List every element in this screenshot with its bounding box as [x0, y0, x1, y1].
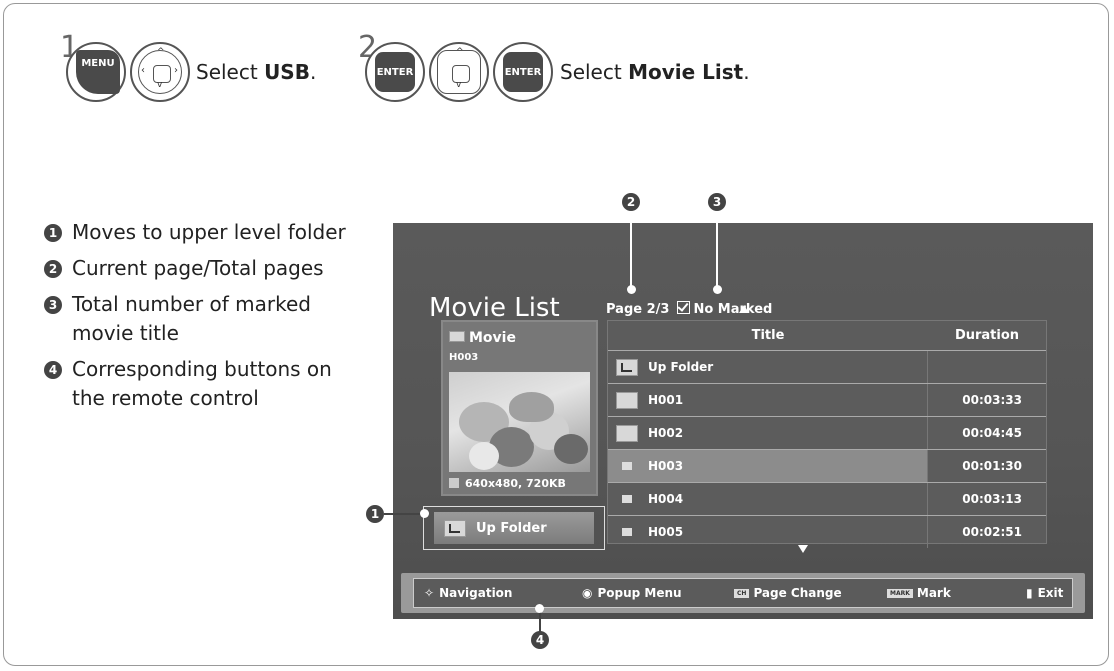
folder-icon: [616, 391, 638, 409]
callout-2: 2: [622, 193, 640, 211]
enter-button-1[interactable]: ENTER: [365, 42, 425, 102]
thumbnail-image: [449, 372, 590, 472]
movie-file-icon: [622, 495, 632, 503]
legend-item: 2 Current page/Total pages: [44, 254, 364, 283]
callout-4-dot: [535, 604, 544, 613]
bottom-help-bar: ✧ Navigation ◉ Popup Menu CH Page Change MA…: [401, 573, 1085, 613]
nav-hint: ✧ Navigation: [424, 586, 513, 600]
file-table: Title Duration Up Folder H001 00:03:33 H…: [607, 320, 1047, 548]
up-folder-icon: [616, 358, 638, 376]
menu-label: MENU: [76, 50, 120, 94]
checkbox-icon: [677, 301, 691, 314]
table-row[interactable]: H005 00:02:51: [608, 515, 1046, 548]
step-1-instruction: Select USB.: [196, 60, 317, 84]
menu-button[interactable]: MENU: [66, 42, 126, 102]
up-down-icon: ^ v: [437, 47, 481, 94]
folder-icon: [449, 331, 465, 342]
up-folder-focus: Up Folder: [423, 506, 605, 550]
ok-icon: ◉: [582, 586, 593, 600]
preview-resolution: 640x480, 720KB: [449, 477, 566, 490]
screen-title: Movie List: [429, 293, 560, 323]
mark-hint: MARK Mark: [887, 586, 951, 600]
exit-icon: ▮: [1026, 586, 1033, 600]
table-row[interactable]: Up Folder: [608, 350, 1046, 383]
callout-4: 4: [531, 631, 549, 649]
table-row[interactable]: H001 00:03:33: [608, 383, 1046, 416]
navigation-button[interactable]: ^ v ‹ ›: [130, 42, 190, 102]
preview-file: H003: [449, 352, 479, 363]
scroll-down-icon[interactable]: [798, 545, 808, 553]
enter-icon: ENTER: [375, 52, 415, 92]
callout-2-line: [630, 211, 632, 291]
up-folder-icon: [444, 519, 466, 537]
header-title: Title: [751, 328, 785, 343]
header-duration: Duration: [954, 328, 1020, 343]
enter-button-2[interactable]: ENTER: [493, 42, 553, 102]
preview-folder: Movie: [449, 330, 516, 346]
up-folder-button[interactable]: Up Folder: [434, 512, 594, 544]
page-change-hint: CH Page Change: [734, 586, 842, 600]
callout-1: 1: [366, 505, 384, 523]
folder-icon: [616, 424, 638, 442]
dpad-icon: ✧: [424, 586, 435, 600]
step-2-instruction: Select Movie List.: [560, 60, 750, 84]
popup-hint: ◉ Popup Menu: [582, 586, 682, 600]
exit-hint: ▮ Exit: [1026, 586, 1064, 600]
enter-icon: ENTER: [503, 52, 543, 92]
scroll-up-icon[interactable]: [739, 305, 749, 313]
callout-1-line: [384, 513, 424, 515]
callout-3: 3: [708, 193, 726, 211]
ch-icon: CH: [734, 588, 750, 598]
legend-item: 3 Total number of marked movie title: [44, 290, 364, 348]
legend-item: 4 Corresponding buttons on the remote con…: [44, 355, 364, 413]
table-row-selected[interactable]: H003 00:01:30: [608, 449, 1046, 482]
callout-4-line: [539, 610, 541, 632]
mark-icon: MARK: [887, 588, 913, 598]
table-row[interactable]: H002 00:04:45: [608, 416, 1046, 449]
callout-1-dot: [420, 509, 429, 518]
callout-2-dot: [627, 285, 636, 294]
up-down-button[interactable]: ^ v: [429, 42, 489, 102]
table-header: Title Duration: [608, 321, 1046, 350]
dpad-icon: ^ v ‹ ›: [138, 47, 182, 94]
legend-list: 1 Moves to upper level folder 2 Current pa…: [44, 218, 364, 420]
movie-list-screen: Movie List Page 2/3 No Marked Movie H003 …: [393, 223, 1093, 619]
table-row[interactable]: H004 00:03:13: [608, 482, 1046, 515]
movie-file-icon: [622, 528, 632, 536]
callout-3-line: [716, 211, 718, 291]
movie-file-icon: [622, 462, 632, 470]
legend-item: 1 Moves to upper level folder: [44, 218, 364, 247]
preview-panel: Movie H003 640x480, 720KB: [441, 320, 598, 496]
callout-3-dot: [713, 285, 722, 294]
